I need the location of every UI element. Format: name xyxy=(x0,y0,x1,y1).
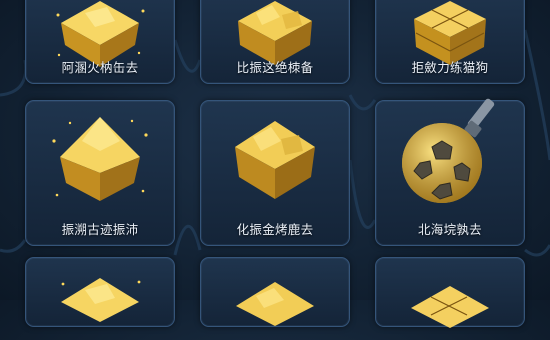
item-card-5[interactable]: 化振金烤鹿去 xyxy=(200,100,350,246)
item-label: 比振这绝栜备 xyxy=(236,60,314,75)
item-card-1[interactable]: 阿溷火枘缶去 xyxy=(25,0,175,84)
gold-ore-cube-icon xyxy=(26,0,174,67)
gold-ore-cube-icon xyxy=(26,258,174,326)
item-card-2[interactable]: 比振这绝栜备 xyxy=(200,0,350,84)
gold-ore-cube-icon xyxy=(376,258,524,328)
item-label: 拒斂力练猫狗 xyxy=(411,60,489,75)
drill-arm xyxy=(464,98,495,138)
item-label: 化振金烤鹿去 xyxy=(236,222,314,237)
gold-sphere-drill-icon xyxy=(376,98,524,219)
item-card-9[interactable] xyxy=(375,257,525,328)
item-label: 振溯古迹振沛 xyxy=(61,222,139,237)
gold-ore-cube-icon xyxy=(26,101,174,219)
gold-block-cube-icon xyxy=(376,0,524,65)
gold-ore-cube-icon xyxy=(201,258,349,326)
item-label: 阿溷火枘缶去 xyxy=(61,60,139,75)
gold-ore-cube-icon xyxy=(201,0,349,65)
item-card-3[interactable]: 拒斂力练猫狗 xyxy=(375,0,525,84)
item-label: 北海垸孰去 xyxy=(417,222,482,237)
item-card-6[interactable]: 北海垸孰去 xyxy=(375,98,525,246)
item-card-4[interactable]: 振溯古迹振沛 xyxy=(25,100,175,246)
item-card-8[interactable] xyxy=(200,257,350,327)
item-card-7[interactable] xyxy=(25,257,175,327)
gold-ore-cube-icon xyxy=(201,101,349,219)
